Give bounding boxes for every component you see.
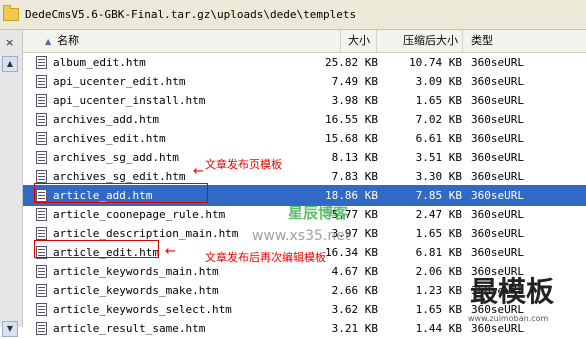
archive-path: DedeCmsV5.6-GBK-Final.tar.gz\uploads\ded… — [25, 8, 357, 21]
file-icon — [36, 265, 47, 278]
file-name: api_ucenter_install.htm — [53, 94, 206, 107]
file-icon — [36, 208, 47, 221]
file-size: 3.62 KB — [331, 303, 378, 316]
file-size: 8.13 KB — [331, 151, 378, 164]
file-name: archives_add.htm — [53, 113, 159, 126]
folder-icon — [3, 5, 19, 21]
file-size: 15.68 KB — [325, 132, 378, 145]
file-compressed-size: 3.09 KB — [415, 75, 462, 88]
file-icon — [36, 170, 47, 183]
file-compressed-size: 7.85 KB — [415, 189, 462, 202]
file-size: 3.98 KB — [331, 94, 378, 107]
file-compressed-size: 2.06 KB — [415, 265, 462, 278]
file-type: 360seURL — [471, 113, 524, 126]
annotation-arrow-edit: ← — [165, 244, 176, 259]
annotation-arrow-add: ← — [193, 164, 204, 179]
file-name: article_coonepage_rule.htm — [53, 208, 226, 221]
file-icon — [36, 284, 47, 297]
column-name[interactable]: ▲ 名称 — [23, 30, 341, 52]
file-name: article_keywords_select.htm — [53, 303, 232, 316]
file-icon — [36, 322, 47, 335]
file-type: 360seURL — [471, 246, 524, 259]
watermark-logo: 最模板 — [470, 275, 555, 308]
file-name: api_ucenter_edit.htm — [53, 75, 186, 88]
file-size: 3.21 KB — [331, 322, 378, 335]
file-row[interactable]: archives_edit.htm 15.68 KB 6.61 KB 360seURL — [23, 128, 586, 149]
file-name: article_result_same.htm — [53, 322, 206, 335]
column-compressed[interactable]: 压缩后大小 — [377, 30, 463, 52]
file-compressed-size: 1.65 KB — [415, 227, 462, 240]
file-type: 360seURL — [471, 208, 524, 221]
close-icon[interactable]: × — [5, 36, 14, 49]
file-size: 7.83 KB — [331, 170, 378, 183]
file-compressed-size: 1.23 KB — [415, 284, 462, 297]
scroll-down-icon[interactable]: ▼ — [2, 321, 18, 337]
file-size: 4.67 KB — [331, 265, 378, 278]
file-row[interactable]: api_ucenter_install.htm 3.98 KB 1.65 KB 360… — [23, 90, 586, 111]
column-size[interactable]: 大小 — [341, 30, 377, 52]
file-icon — [36, 56, 47, 69]
watermark-brand: 星辰博客 — [288, 204, 349, 222]
file-compressed-size: 1.65 KB — [415, 94, 462, 107]
file-size: 2.66 KB — [331, 284, 378, 297]
highlight-box-add — [34, 183, 208, 203]
file-icon — [36, 75, 47, 88]
file-type: 360seURL — [471, 227, 524, 240]
file-compressed-size: 6.81 KB — [415, 246, 462, 259]
column-name-label: 名称 — [57, 34, 80, 47]
file-compressed-size: 3.30 KB — [415, 170, 462, 183]
file-size: 16.55 KB — [325, 113, 378, 126]
file-type: 360seURL — [471, 75, 524, 88]
watermark-logo-url: www.zuimoban.com — [468, 314, 549, 323]
annotation-edit-label: 文章发布后再次编辑模板 — [205, 251, 326, 264]
column-header: ▲ 名称 大小 压缩后大小 类型 — [23, 30, 586, 53]
file-icon — [36, 151, 47, 164]
file-icon — [36, 303, 47, 316]
file-size: 16.34 KB — [325, 246, 378, 259]
file-icon — [36, 132, 47, 145]
file-type: 360seURL — [471, 132, 524, 145]
column-type[interactable]: 类型 — [463, 30, 586, 52]
file-compressed-size: 1.65 KB — [415, 303, 462, 316]
file-name: archives_edit.htm — [53, 132, 166, 145]
file-type: 360seURL — [471, 170, 524, 183]
file-row[interactable]: archives_sg_add.htm 8.13 KB 3.51 KB 360seUR… — [23, 147, 586, 168]
file-name: archives_sg_add.htm — [53, 151, 179, 164]
file-icon — [36, 113, 47, 126]
file-size: 25.82 KB — [325, 56, 378, 69]
file-name: article_keywords_main.htm — [53, 265, 219, 278]
file-compressed-size: 7.02 KB — [415, 113, 462, 126]
file-icon — [36, 94, 47, 107]
file-size: 7.49 KB — [331, 75, 378, 88]
file-compressed-size: 3.51 KB — [415, 151, 462, 164]
file-compressed-size: 6.61 KB — [415, 132, 462, 145]
watermark-url: www.xs35.net — [252, 228, 351, 244]
file-compressed-size: 10.74 KB — [409, 56, 462, 69]
file-type: 360seURL — [471, 151, 524, 164]
file-name: album_edit.htm — [53, 56, 146, 69]
file-compressed-size: 2.47 KB — [415, 208, 462, 221]
file-type: 360seURL — [471, 56, 524, 69]
file-row[interactable]: archives_add.htm 16.55 KB 7.02 KB 360seURL — [23, 109, 586, 130]
file-type: 360seURL — [471, 189, 524, 202]
file-icon — [36, 227, 47, 240]
scroll-up-icon[interactable]: ▲ — [2, 56, 18, 72]
file-type: 360seURL — [471, 94, 524, 107]
path-bar: DedeCmsV5.6-GBK-Final.tar.gz\uploads\ded… — [0, 0, 586, 30]
left-pane: × ▲ ▼ — [0, 30, 23, 337]
file-name: article_keywords_make.htm — [53, 284, 219, 297]
highlight-box-edit — [34, 240, 159, 258]
sort-ascending-icon: ▲ — [45, 37, 52, 46]
file-row[interactable]: api_ucenter_edit.htm 7.49 KB 3.09 KB 360seU… — [23, 71, 586, 92]
annotation-add-label: 文章发布页模板 — [205, 158, 282, 171]
file-compressed-size: 1.44 KB — [415, 322, 462, 335]
file-row[interactable]: album_edit.htm 25.82 KB 10.74 KB 360seURL — [23, 52, 586, 73]
